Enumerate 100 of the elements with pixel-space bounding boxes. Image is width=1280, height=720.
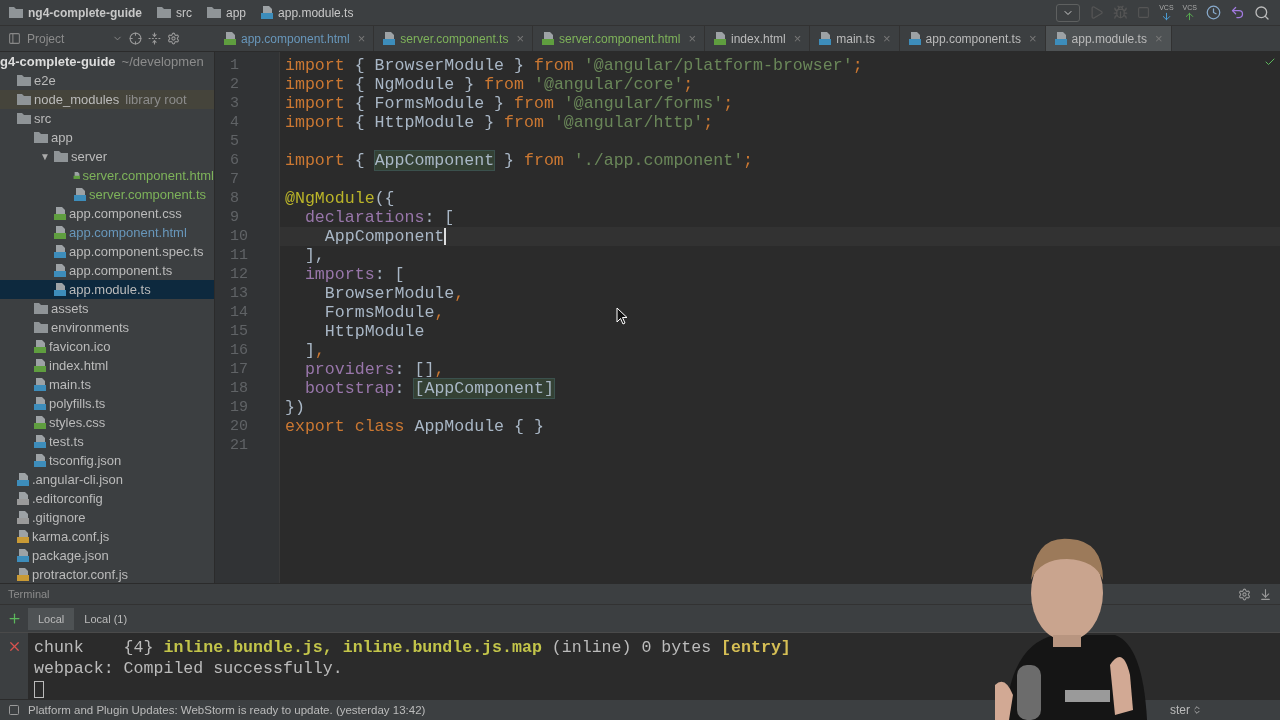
tree-item[interactable]: ▼ server (0, 147, 214, 166)
tree-item-label: package.json (32, 548, 109, 563)
tree-item[interactable]: src (0, 109, 214, 128)
file-icon (33, 377, 47, 392)
editor-tab[interactable]: app.module.ts × (1045, 26, 1172, 51)
tree-item-label: favicon.ico (49, 339, 111, 354)
tree-item[interactable]: polyfills.ts (0, 394, 214, 413)
tree-item[interactable]: app.module.ts (0, 280, 214, 299)
tree-item-hint: library root (125, 92, 187, 107)
tree-item[interactable]: app.component.ts (0, 261, 214, 280)
folder-icon (33, 321, 49, 334)
tree-item[interactable]: app.component.html (0, 223, 214, 242)
code-line: import { FormsModule } from '@angular/forms'; (285, 94, 734, 113)
history-icon[interactable] (1206, 5, 1221, 20)
breadcrumb[interactable]: app.module.ts (260, 5, 354, 20)
tree-item-label: .editorconfig (32, 491, 103, 506)
tree-item[interactable]: package.json (0, 546, 214, 565)
tree-item-label: src (34, 111, 52, 126)
tree-item-label: e2e (34, 73, 56, 88)
add-icon[interactable] (6, 611, 22, 626)
folder-icon (206, 6, 222, 19)
hide-icon[interactable] (1259, 587, 1272, 601)
file-icon (541, 31, 555, 46)
status-message[interactable]: Platform and Plugin Updates: WebStorm is ready to update. (yesterday 13:42) (28, 704, 426, 716)
tree-item-label: server.component.ts (89, 187, 207, 202)
check-icon (1264, 56, 1276, 68)
locate-icon[interactable] (129, 32, 142, 45)
file-icon (16, 529, 30, 544)
code-line: }) (285, 398, 305, 417)
code-line: ], (303, 246, 325, 265)
breadcrumb[interactable]: app (206, 5, 247, 20)
editor-tab[interactable]: server.component.html × (533, 26, 705, 51)
tree-item[interactable]: favicon.ico (0, 337, 214, 356)
folder-icon (16, 112, 32, 125)
tree-item[interactable]: .gitignore (0, 508, 214, 527)
branch-selector[interactable]: ster (1170, 703, 1202, 717)
tree-item[interactable]: assets (0, 299, 214, 318)
tree-item-label: tsconfig.json (49, 453, 122, 468)
search-icon[interactable] (1254, 4, 1270, 21)
tree-item[interactable]: protractor.conf.js (0, 565, 214, 583)
settings-icon[interactable] (167, 32, 180, 45)
expand-caret[interactable]: ▼ (37, 151, 53, 162)
tree-item[interactable]: test.ts (0, 432, 214, 451)
tree-item[interactable]: tsconfig.json (0, 451, 214, 470)
tree-item[interactable]: server.component.ts (0, 185, 214, 204)
undo-icon[interactable] (1230, 5, 1245, 20)
file-icon (1053, 31, 1068, 46)
project-path: ~/developmen (121, 54, 204, 69)
code-line: HttpModule (323, 322, 425, 341)
tree-item-label: polyfills.ts (49, 396, 106, 411)
file-icon (382, 31, 397, 46)
tree-item[interactable]: e2e (0, 71, 214, 90)
terminal-line: chunk {4} inline.bundle.js, inline.bundle.js.map (inline) 0 bytes [entry] (34, 637, 791, 658)
editor-tab[interactable]: index.html × (704, 26, 811, 51)
tree-item[interactable]: .angular-cli.json (0, 470, 214, 489)
tree-item-label: app.component.html (69, 225, 187, 240)
folder-icon (8, 6, 24, 19)
tree-item-label: server.component.html (82, 168, 214, 183)
tree-item[interactable]: environments (0, 318, 214, 337)
file-icon (53, 206, 67, 221)
tree-item[interactable]: karma.conf.js (0, 527, 214, 546)
editor-tab[interactable]: main.ts × (810, 26, 900, 51)
settings-icon[interactable] (1238, 587, 1251, 601)
run-config-dropdown[interactable] (1056, 3, 1081, 22)
panel-toggle-icon[interactable] (8, 704, 20, 716)
folder-icon (16, 74, 32, 87)
folder-icon (33, 131, 49, 144)
editor-tab[interactable]: app.component.ts × (899, 26, 1046, 51)
file-icon (53, 263, 67, 278)
code-line: BrowserModule, (323, 284, 465, 303)
tree-item[interactable]: app.component.spec.ts (0, 242, 214, 261)
collapse-icon[interactable] (148, 32, 161, 45)
file-icon (16, 491, 30, 506)
tree-item[interactable]: server.component.html (0, 166, 214, 185)
editor-tab[interactable]: app.component.html × (215, 26, 375, 51)
code-line: import { NgModule } from '@angular/core'; (285, 75, 694, 94)
up-down-icon (1192, 705, 1202, 715)
breadcrumb[interactable]: ng4-complete-guide (8, 5, 142, 20)
tree-item[interactable]: main.ts (0, 375, 214, 394)
file-icon (53, 225, 67, 240)
tree-item[interactable]: index.html (0, 356, 214, 375)
file-icon (73, 187, 87, 202)
tree-item[interactable]: app (0, 128, 214, 147)
project-view-selector[interactable]: Project (27, 31, 123, 46)
tree-item[interactable]: .editorconfig (0, 489, 214, 508)
terminal-line: webpack: Compiled successfully. (34, 658, 344, 679)
tree-item-label: app.component.spec.ts (69, 244, 204, 259)
project-root-label[interactable]: g4-complete-guide (0, 54, 116, 69)
code-line: export class AppModule { } (285, 417, 544, 436)
breadcrumb[interactable]: src (156, 5, 192, 20)
tree-item-label: .angular-cli.json (32, 472, 124, 487)
tree-item[interactable]: node_modules library root (0, 90, 214, 109)
folder-icon (53, 150, 69, 163)
code-line: FormsModule, (323, 303, 445, 322)
file-icon (16, 567, 30, 582)
terminal-tab[interactable]: Local (28, 607, 75, 630)
editor-tab[interactable]: server.component.ts × (374, 26, 533, 51)
tree-item[interactable]: styles.css (0, 413, 214, 432)
tree-item[interactable]: app.component.css (0, 204, 214, 223)
terminal-tab[interactable]: Local (1) (74, 607, 138, 630)
